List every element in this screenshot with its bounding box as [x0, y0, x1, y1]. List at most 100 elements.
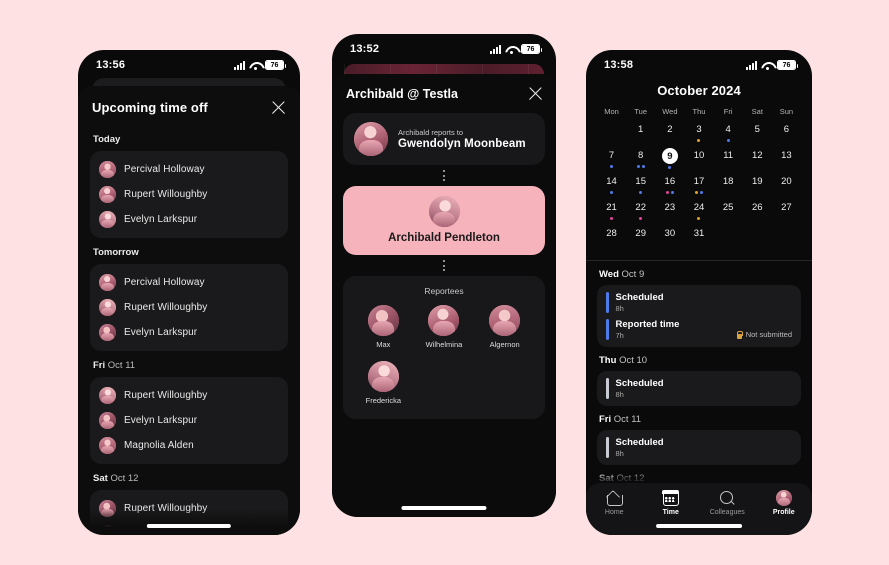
calendar-weekday: Mon [604, 107, 619, 116]
tab-profile[interactable]: Profile [761, 490, 807, 516]
list-item[interactable]: Magnolia Alden [99, 433, 279, 458]
schedule-item[interactable]: Scheduled 8h [606, 437, 792, 458]
home-indicator [656, 524, 742, 528]
calendar-event-dot [697, 138, 701, 142]
manager-card[interactable]: Archibald reports to Gwendolyn Moonbeam [343, 113, 545, 165]
self-card[interactable]: Archibald Pendleton [343, 186, 545, 255]
calendar-day-cell[interactable]: 10 [684, 148, 713, 174]
close-icon[interactable] [528, 86, 543, 101]
reportee-item[interactable]: Wilhelmina [414, 305, 475, 349]
schedule-item-body: Reported time 7h [616, 319, 729, 340]
calendar-day-cell[interactable]: 22 [626, 200, 655, 226]
calendar-day-cell[interactable]: 27 [772, 200, 801, 226]
calendar-day-cell[interactable]: 13 [772, 148, 801, 174]
schedule-weekday: Fri [599, 414, 612, 425]
calendar-day-cell[interactable]: 19 [743, 174, 772, 200]
time-off-group-card: Percival Holloway Rupert Willoughby Evelyn… [90, 264, 288, 351]
calendar-day-cell[interactable]: 28 [597, 226, 626, 252]
reportee-item[interactable]: Fredericka [353, 361, 414, 405]
tab-home[interactable]: Home [591, 490, 637, 516]
calendar-day-cell[interactable]: 24 [684, 200, 713, 226]
calendar-day-dots [665, 190, 674, 194]
tab-colleagues[interactable]: Colleagues [704, 490, 750, 516]
calendar-day-cell[interactable]: 31 [684, 226, 713, 252]
close-icon[interactable] [271, 100, 286, 115]
schedule-card[interactable]: Scheduled 8h [597, 371, 801, 406]
list-item[interactable]: Evelyn Larkspur [99, 207, 279, 232]
group-date: Oct 11 [107, 360, 136, 371]
calendar-day-cell[interactable]: 17 [684, 174, 713, 200]
calendar-day-number: 12 [751, 150, 763, 161]
time-off-group-card: Rupert Willoughby Evelyn Larkspur [90, 490, 288, 535]
avatar [489, 305, 521, 336]
person-name: Rupert Willoughby [124, 390, 208, 401]
list-item[interactable]: Evelyn Larkspur [99, 320, 279, 345]
calendar-day-cell[interactable]: 30 [655, 226, 684, 252]
schedule-item[interactable]: Scheduled 8h [606, 292, 792, 313]
tab-time[interactable]: Time [648, 489, 694, 516]
schedule-item-duration: 8h [615, 304, 624, 313]
manager-name: Gwendolyn Moonbeam [398, 138, 526, 150]
calendar-day-cell[interactable]: 1 [626, 122, 655, 148]
calendar-day-dots [636, 164, 645, 168]
calendar-day-cell[interactable]: 9 [655, 148, 684, 174]
calendar-day-cell[interactable]: 15 [626, 174, 655, 200]
calendar-day-cell[interactable]: 2 [655, 122, 684, 148]
list-item[interactable]: Rupert Willoughby [99, 496, 279, 521]
time-off-group-label: Sat Oct 12 [93, 473, 288, 484]
calendar-day-cell[interactable]: 25 [714, 200, 743, 226]
avatar [367, 305, 399, 336]
schedule-card[interactable]: Scheduled 8h Reported time 7h Not submitted [597, 285, 801, 347]
calendar-day-cell[interactable]: 18 [714, 174, 743, 200]
list-item[interactable]: Percival Holloway [99, 157, 279, 182]
reportee-item[interactable]: Algernon [474, 305, 535, 349]
list-item[interactable]: Rupert Willoughby [99, 182, 279, 207]
schedule-item[interactable]: Scheduled 8h [606, 378, 792, 399]
calendar-day-cell[interactable]: 3 [684, 122, 713, 148]
org-chart-sheet: Archibald @ Testla Archibald reports to … [332, 74, 556, 517]
calendar-day-cell[interactable]: 29 [626, 226, 655, 252]
calendar-day-cell[interactable]: 26 [743, 200, 772, 226]
calendar-event-dot [610, 164, 614, 168]
calendar-day-cell[interactable]: 23 [655, 200, 684, 226]
schedule-item[interactable]: Reported time 7h Not submitted [606, 319, 792, 340]
calendar-day-cell[interactable]: 16 [655, 174, 684, 200]
calendar-day-cell[interactable]: 14 [597, 174, 626, 200]
calendar-day-cell[interactable]: 4 [714, 122, 743, 148]
calendar-day-cell[interactable]: 5 [743, 122, 772, 148]
divider [586, 260, 812, 261]
calendar-event-dot [636, 164, 640, 168]
calendar-empty-cell [743, 226, 772, 252]
calendar-day-number: 16 [664, 176, 676, 187]
list-item[interactable]: Evelyn Larkspur [99, 408, 279, 433]
schedule-card[interactable]: Scheduled 8h [597, 430, 801, 465]
status-badge-label: Not submitted [745, 330, 792, 339]
schedule-list: Wed Oct 9 Scheduled 8h Reported time 7h Not s… [586, 269, 812, 484]
person-name: Percival Holloway [124, 277, 205, 288]
calendar-day-number: 30 [664, 228, 676, 239]
calendar-weekday: Wed [662, 107, 678, 116]
calendar-day-cell[interactable]: 6 [772, 122, 801, 148]
group-day: Sat [93, 473, 108, 484]
calendar-day-cell[interactable]: 7 [597, 148, 626, 174]
calendar-day-cell[interactable]: 21 [597, 200, 626, 226]
list-item[interactable]: Rupert Willoughby [99, 295, 279, 320]
list-item[interactable]: Percival Holloway [99, 270, 279, 295]
schedule-accent-bar [606, 292, 609, 313]
cellular-signal-icon [490, 44, 501, 54]
reportee-name: Fredericka [365, 396, 402, 405]
calendar-day-number: 27 [781, 202, 792, 213]
calendar-day-cell[interactable]: 11 [714, 148, 743, 174]
list-item[interactable]: Rupert Willoughby [99, 383, 279, 408]
person-name: Evelyn Larkspur [124, 415, 198, 426]
battery-level: 76 [778, 61, 795, 69]
group-day: Fri [93, 360, 106, 371]
calendar-day-cell[interactable]: 8 [626, 148, 655, 174]
calendar-day-cell[interactable]: 20 [772, 174, 801, 200]
time-off-group-label: Today [93, 134, 288, 145]
reportee-item[interactable]: Max [353, 305, 414, 349]
calendar-day-cell[interactable]: 12 [743, 148, 772, 174]
calendar-grid: Mon Tue Wed Thu Fri Sat Sun 1 2 3 4 5 6 7 8 9 10 11 12 13 1… [586, 107, 812, 252]
person-name: Rupert Willoughby [124, 189, 208, 200]
cellular-signal-icon [234, 60, 245, 70]
